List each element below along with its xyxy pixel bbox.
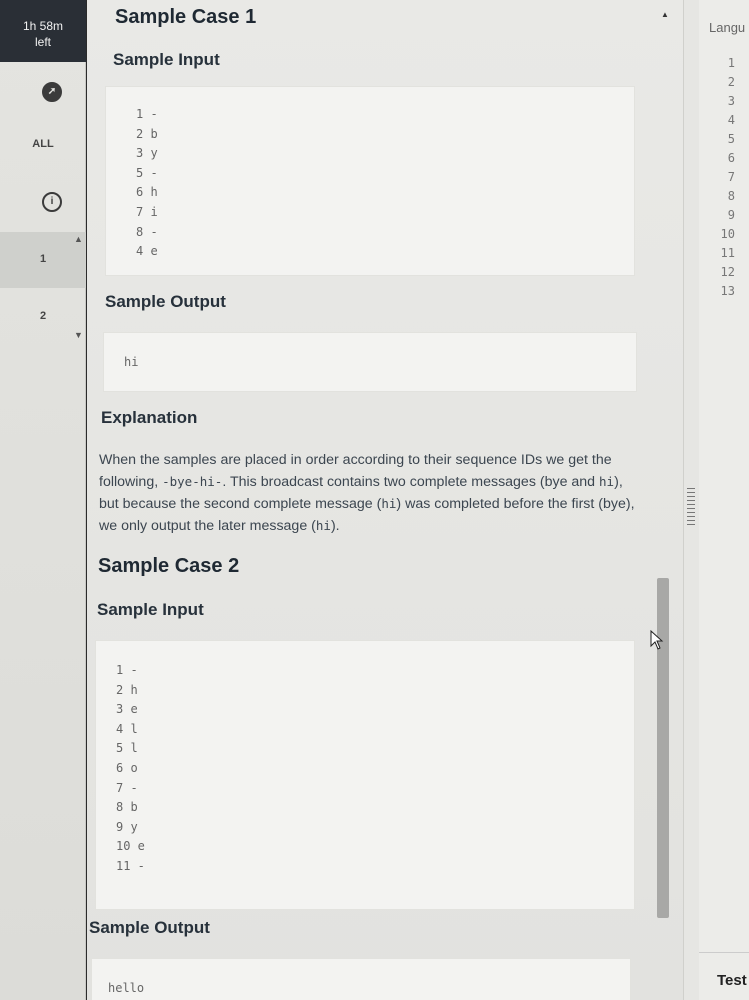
language-selector[interactable]: Langu [709,20,745,35]
all-questions-button[interactable]: ALL [0,138,86,150]
code-line: 10 e [116,839,145,854]
chevron-up-icon[interactable]: ▲ [74,234,83,244]
line-number: 3 [727,94,735,108]
question-nav-rail: 1h 58m left ➚ ALL i 1 ▲ 2 ▼ [0,0,86,1000]
sample-input-2-heading: Sample Input [97,600,204,619]
sample-output-1-heading: Sample Output [105,292,226,311]
line-number: 1 [727,56,735,70]
compass-icon[interactable]: ➚ [42,82,62,102]
line-number: 2 [727,75,735,89]
scrollbar-thumb[interactable] [657,578,669,918]
code-line: hi [124,355,139,369]
code-line: hello [108,981,145,995]
code-line: 4 e [136,244,158,259]
question-1-label: 1 [39,253,47,265]
explanation-code: hi [599,474,615,489]
time-remaining-suffix: left [34,35,51,49]
explanation-code: hi [315,518,331,533]
line-number: 6 [727,151,735,165]
code-line: 3 y [136,146,158,161]
panel-splitter[interactable] [683,0,699,1000]
line-number: 4 [727,113,735,127]
code-line: 6 h [136,185,158,200]
sample-output-1-box: hi [103,332,637,392]
editor-divider [699,952,749,953]
problem-statement-panel: ▲ Sample Case 1 Sample Input 1 - 2 b 3 y… [87,0,683,1000]
sample-input-1-box: 1 - 2 b 3 y 5 - 6 h 7 i 8 - 4 e [105,86,635,276]
code-line: 11 - [116,858,145,873]
question-2-label: 2 [39,310,47,322]
line-number: 13 [720,284,735,298]
line-number: 7 [727,170,735,184]
line-number: 10 [720,227,735,241]
sample-input-1-heading: Sample Input [113,50,220,69]
code-line: 8 b [116,800,138,815]
code-line: 7 i [136,204,158,219]
explanation-text: When the samples are placed in order acc… [99,450,639,537]
code-line: 9 y [116,819,138,834]
sample-output-2-box: hello [91,958,631,1000]
sample-case-2-title: Sample Case 2 [98,555,240,577]
code-line: 2 h [116,682,138,697]
explanation-heading: Explanation [101,408,198,427]
sample-output-2-heading: Sample Output [89,918,210,937]
line-number: 12 [720,265,735,279]
explanation-code: hi [381,496,397,511]
code-line: 2 b [136,126,158,141]
code-line: 5 - [136,165,158,180]
code-line: 7 - [116,780,138,795]
explanation-code: -bye-hi- [162,474,223,489]
code-line: 1 - [136,107,158,121]
code-line: 6 o [116,760,138,775]
code-line: 4 l [116,721,138,736]
info-icon[interactable]: i [42,192,62,212]
explanation-part: ). [330,518,340,534]
line-number: 11 [720,246,735,260]
chevron-down-icon[interactable]: ▼ [74,330,83,340]
code-line: 1 - [116,663,138,677]
code-line: 3 e [116,702,138,717]
time-remaining-value: 1h 58m [22,19,64,33]
drag-handle-icon[interactable] [687,488,695,526]
time-remaining: 1h 58m left [0,0,86,62]
line-number: 8 [727,189,735,203]
sample-input-2-box: 1 - 2 h 3 e 4 l 5 l 6 o 7 - 8 b 9 y 10 e… [95,640,635,910]
explanation-part: . This broadcast contains two complete m… [222,474,596,490]
sample-case-1-title: Sample Case 1 [115,6,257,28]
code-editor-panel: Langu 1 2 3 4 5 6 7 8 9 10 11 12 13 Test [699,0,749,1000]
test-results-tab[interactable]: Test [717,972,747,989]
line-number-gutter: 1 2 3 4 5 6 7 8 9 10 11 12 13 [705,54,749,301]
line-number: 9 [727,208,735,222]
scroll-up-icon[interactable]: ▲ [661,10,669,19]
line-number: 5 [727,132,735,146]
mouse-cursor-icon [650,630,664,650]
code-line: 8 - [136,224,158,239]
code-line: 5 l [116,741,138,756]
